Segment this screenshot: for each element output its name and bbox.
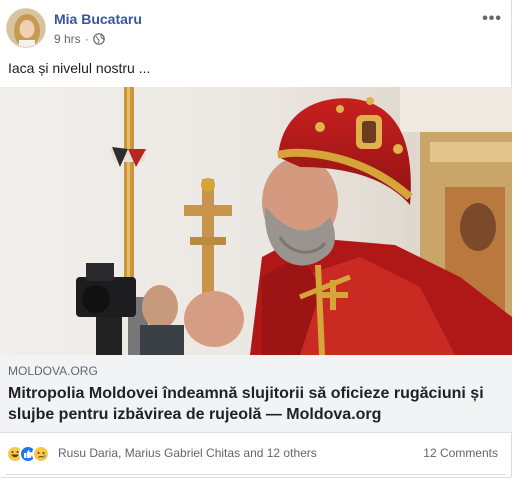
reactions-bar: Rusu Daria, Marius Gabriel Chitas and 12…	[0, 433, 512, 475]
avatar-image	[7, 9, 45, 47]
reaction-icons[interactable]	[6, 445, 50, 463]
footer-divider	[6, 474, 506, 475]
post-meta: 9 hrs ·	[54, 32, 105, 46]
link-preview-box[interactable]: MOLDOVA.ORG Mitropolia Moldovei îndeamnă…	[0, 355, 512, 433]
sad-icon	[32, 445, 50, 463]
priest-photo	[0, 87, 512, 355]
link-title[interactable]: Mitropolia Moldovei îndeamnă slujitorii …	[8, 383, 502, 425]
link-domain: MOLDOVA.ORG	[8, 364, 98, 378]
globe-icon[interactable]	[92, 33, 105, 45]
reaction-names[interactable]: Rusu Daria, Marius Gabriel Chitas and 12…	[58, 446, 317, 460]
post-card: Mia Bucataru 9 hrs · ••• Iaca și nivelul…	[0, 0, 512, 478]
more-options-icon[interactable]: •••	[482, 10, 502, 28]
author-avatar[interactable]	[6, 8, 46, 48]
author-name[interactable]: Mia Bucataru	[54, 11, 142, 27]
comments-count[interactable]: 12 Comments	[423, 446, 498, 460]
post-header: Mia Bucataru 9 hrs · •••	[6, 8, 506, 50]
post-time[interactable]: 9 hrs	[54, 32, 81, 46]
link-preview-image[interactable]	[0, 87, 512, 355]
post-text: Iaca și nivelul nostru ...	[8, 60, 151, 76]
meta-separator: ·	[84, 32, 89, 46]
